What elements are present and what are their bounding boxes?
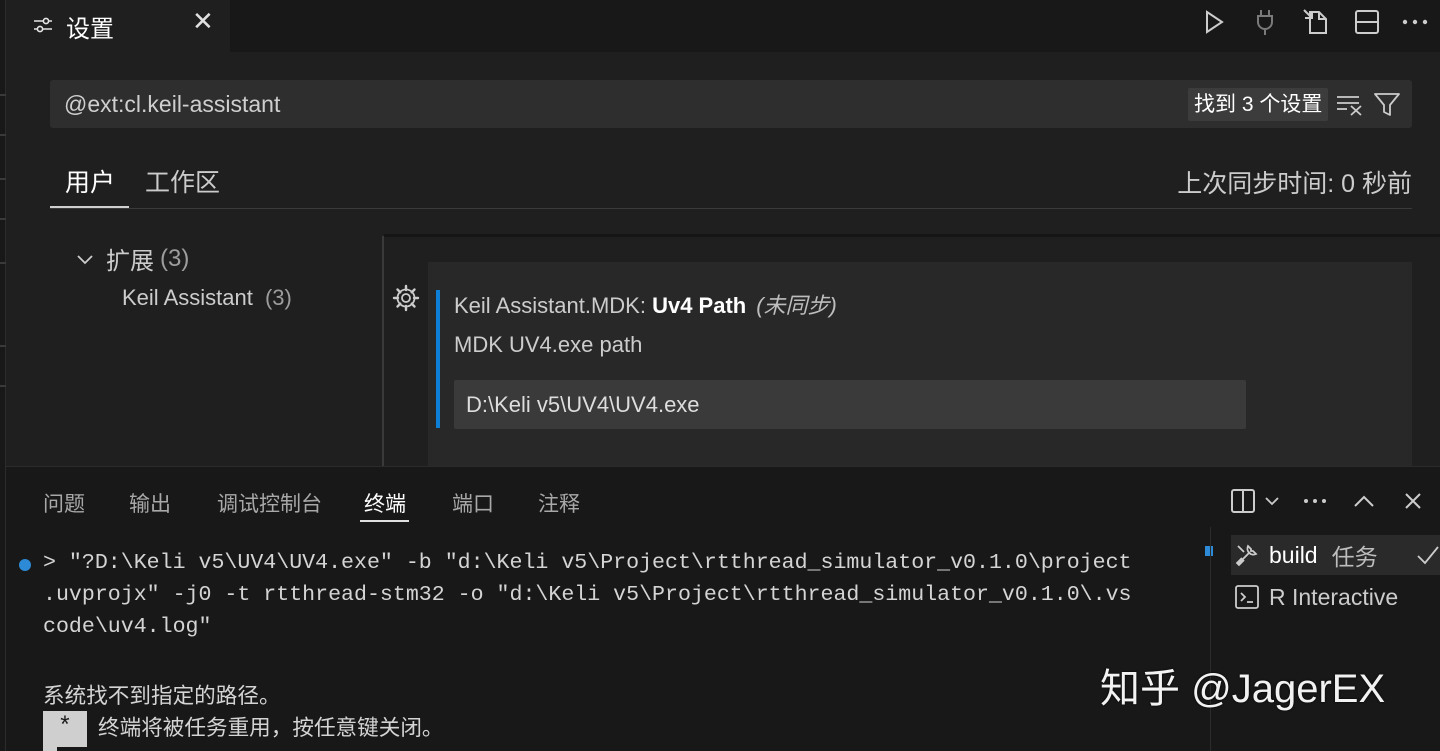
tab-ports[interactable]: 端口 [452, 488, 494, 518]
settings-scope-tabs: 用户 工作区 上次同步时间: 0 秒前 [50, 155, 1412, 209]
more-actions-icon[interactable] [1400, 7, 1430, 37]
tab-workspace[interactable]: 工作区 [145, 163, 220, 199]
terminal-star-marker: * [43, 711, 87, 747]
tab-title: 设置 [66, 16, 114, 43]
open-settings-json-icon[interactable] [1302, 7, 1332, 37]
active-tab-indicator [50, 206, 129, 208]
terminal-line: 终端将被任务重用，按任意键关闭。 [98, 718, 444, 742]
settings-search-input[interactable] [64, 88, 1164, 120]
watermark: 知乎 @JagerEX [1100, 667, 1386, 711]
terminal-line: code\uv4.log" [43, 615, 212, 639]
toc-item-label: Keil Assistant [122, 285, 253, 310]
settings-sliders-icon [34, 17, 52, 33]
terminal-list-item-build[interactable]: build 任务 [1231, 535, 1440, 575]
chevron-down-icon[interactable] [1258, 487, 1286, 515]
setting-description: MDK UV4.exe path [454, 332, 643, 357]
run-icon[interactable] [1199, 7, 1229, 37]
tab-comments[interactable]: 注释 [538, 488, 580, 518]
terminal-line: > "?D:\Keli v5\UV4\UV4.exe" -b "d:\Keli … [43, 551, 1132, 575]
terminal-icon [1233, 583, 1261, 611]
settings-tab[interactable]: 设置 ✕ [6, 0, 230, 52]
gear-icon[interactable] [392, 284, 420, 312]
terminal-cursor [43, 747, 57, 751]
settings-list-top-border [384, 234, 1440, 237]
terminal-list-label: R Interactive [1269, 583, 1399, 610]
chevron-down-icon [77, 254, 93, 264]
close-panel-icon[interactable] [1399, 487, 1427, 515]
setting-category: Keil Assistant.MDK: [454, 293, 653, 318]
plug-icon[interactable] [1250, 7, 1280, 37]
toc-item-keil-assistant[interactable]: Keil Assistant (3) [122, 285, 292, 311]
terminal-list-label: build [1269, 541, 1318, 568]
terminal-list-suffix: 任务 [1331, 544, 1378, 570]
tab-user[interactable]: 用户 [65, 163, 115, 199]
more-actions-icon[interactable] [1301, 487, 1329, 515]
tab-debug-console[interactable]: 调试控制台 [217, 488, 322, 518]
setting-sync-note: (未同步) [756, 293, 837, 318]
sync-status: 上次同步时间: 0 秒前 [1177, 170, 1412, 198]
settings-search-box: 找到 3 个设置 [50, 80, 1412, 128]
close-icon[interactable]: ✕ [192, 8, 214, 34]
check-icon [1417, 546, 1439, 565]
tab-problems[interactable]: 问题 [43, 488, 85, 518]
terminal-output[interactable]: > "?D:\Keli v5\UV4\UV4.exe" -b "d:\Keli … [6, 547, 1206, 751]
toc-header-label: 扩展 [106, 248, 154, 275]
layout-icon[interactable] [1229, 487, 1257, 515]
modified-indicator [436, 290, 440, 428]
active-panel-tab-indicator [360, 520, 409, 522]
uv4-path-input[interactable] [454, 380, 1246, 429]
toc-header-count: (3) [160, 244, 190, 272]
setting-name: Uv4 Path [652, 293, 747, 318]
setting-title: Keil Assistant.MDK: Uv4 Path (未同步) [454, 288, 837, 320]
terminal-line: .uvprojx" -j0 -t rtthread-stm32 -o "d:\K… [43, 583, 1132, 607]
toc-divider[interactable] [382, 236, 384, 466]
toc-extensions-group[interactable]: 扩展 (3) [74, 241, 189, 276]
maximize-panel-icon[interactable] [1350, 487, 1378, 515]
terminal-list: build 任务 R Interactive [1210, 527, 1440, 751]
tools-icon [1233, 541, 1261, 569]
editor-tab-bar: 设置 ✕ [6, 0, 1440, 52]
toc-item-count: (3) [264, 285, 292, 310]
command-decoration-icon[interactable] [19, 559, 31, 571]
tab-output[interactable]: 输出 [129, 488, 171, 518]
terminal-line: 系统找不到指定的路径。 [43, 686, 281, 710]
terminal-list-item-r-interactive[interactable]: R Interactive [1231, 577, 1440, 617]
tab-terminal[interactable]: 终端 [364, 488, 406, 518]
filter-icon[interactable] [1372, 90, 1402, 118]
search-result-count: 找到 3 个设置 [1188, 88, 1329, 121]
split-editor-icon[interactable] [1352, 7, 1382, 37]
clear-filter-icon[interactable] [1335, 92, 1365, 116]
